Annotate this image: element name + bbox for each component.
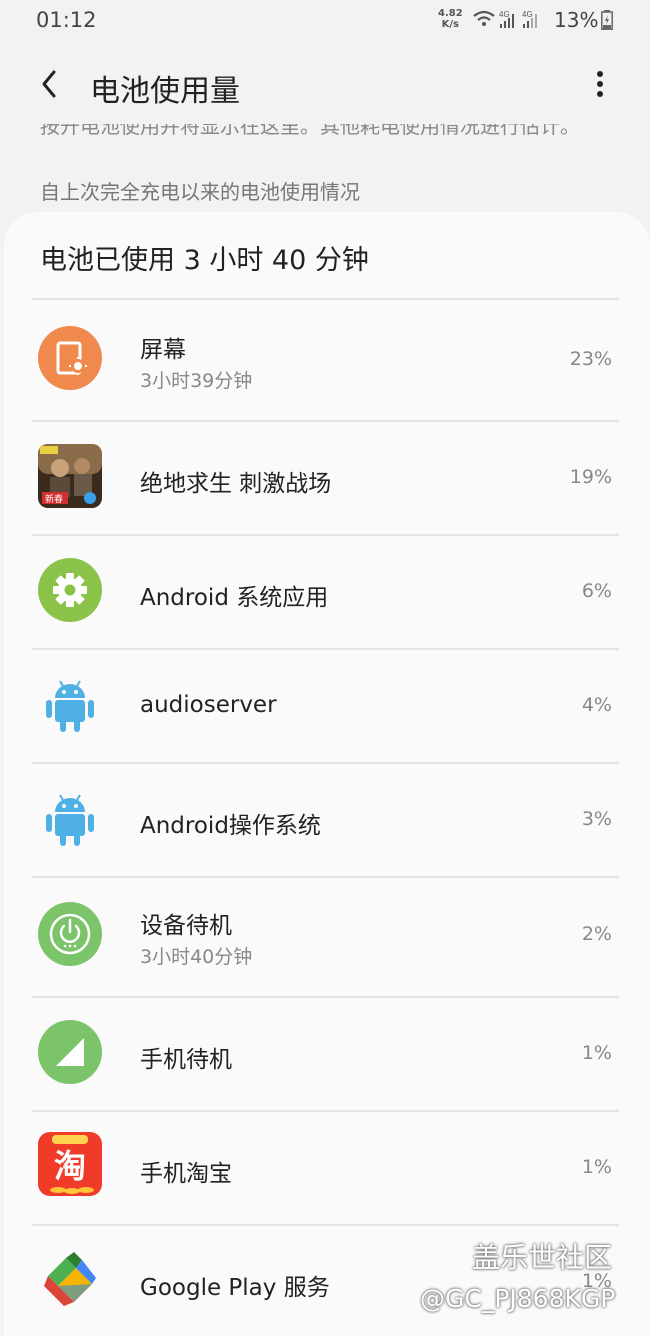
android-robot-icon [46, 680, 94, 732]
list-item-taobao[interactable]: 淘 手机淘宝 1% [4, 1112, 650, 1224]
list-item-screen[interactable]: 屏幕 3小时39分钟 23% [4, 300, 650, 420]
back-arrow-icon [42, 70, 56, 98]
svg-text:淘: 淘 [54, 1147, 86, 1185]
watermark-handle: @GC_PJ868KGP [420, 1284, 616, 1313]
item-percent: 2% [581, 923, 612, 945]
section-header: 自上次完全充电以来的电池使用情况 [40, 180, 360, 204]
more-options-button[interactable] [580, 64, 620, 104]
status-icons: 4G 4G [473, 10, 537, 28]
svg-text:4G: 4G [522, 10, 533, 19]
list-item-android-os[interactable]: Android操作系统 3% [4, 764, 650, 876]
item-percent: 23% [569, 348, 612, 370]
item-name: audioserver [140, 692, 277, 718]
battery-usage-card: 电池已使用 3 小时 40 分钟 屏幕 3小时39分钟 23% 新春 绝地求生 … [4, 212, 650, 1336]
item-percent: 6% [581, 580, 612, 602]
wifi-icon [473, 10, 495, 26]
battery-charging-icon [601, 10, 613, 30]
list-item-phone-idle[interactable]: 手机待机 1% [4, 998, 650, 1110]
more-vert-icon [597, 71, 603, 97]
network-speed-unit: K/s [441, 19, 460, 30]
item-name: 手机淘宝 [140, 1161, 232, 1187]
network-speed: 4.82 K/s [438, 8, 463, 30]
android-robot-icon [46, 794, 94, 846]
list-item-device-idle[interactable]: 设备待机 3小时40分钟 2% [4, 878, 650, 996]
screen-brightness-icon [38, 326, 102, 390]
list-item-android-system-apps[interactable]: Android 系统应用 6% [4, 536, 650, 648]
item-name: Google Play 服务 [140, 1275, 330, 1301]
item-name: 绝地求生 刺激战场 [140, 471, 332, 497]
play-services-icon [44, 1252, 96, 1306]
taobao-app-icon: 淘 [38, 1132, 102, 1196]
item-percent: 19% [569, 466, 612, 488]
item-percent: 1% [581, 1042, 612, 1064]
list-item-audioserver[interactable]: audioserver 4% [4, 650, 650, 762]
watermark-community: 盖乐世社区 [472, 1241, 613, 1274]
signal-4g-icon: 4G [522, 10, 537, 28]
back-button[interactable] [32, 64, 72, 104]
item-name: 设备待机 [140, 913, 232, 939]
item-name: 手机待机 [140, 1047, 232, 1073]
svg-text:4G: 4G [499, 10, 510, 19]
item-duration: 3小时39分钟 [140, 370, 253, 392]
item-percent: 3% [581, 808, 612, 830]
pubg-app-icon: 新春 [38, 444, 102, 508]
power-standby-icon [38, 902, 102, 966]
battery-info-description: 按开电池使用并将显示在这里。其他耗电使用情况进行估计。 [0, 124, 650, 154]
item-percent: 4% [581, 694, 612, 716]
item-name: Android 系统应用 [140, 585, 329, 611]
status-bar: 01:12 4.82 K/s 4G 4G 13% [0, 0, 650, 42]
app-bar: 电池使用量 [0, 42, 650, 124]
item-duration: 3小时40分钟 [140, 946, 253, 968]
list-item-pubg[interactable]: 新春 绝地求生 刺激战场 19% [4, 422, 650, 534]
info-card-edge [20, 142, 626, 154]
item-name: 屏幕 [140, 337, 186, 363]
cell-signal-icon [38, 1020, 102, 1084]
item-percent: 1% [581, 1156, 612, 1178]
svg-text:新春: 新春 [45, 493, 63, 505]
battery-info-text: 按开电池使用并将显示在这里。其他耗电使用情况进行估计。 [40, 124, 580, 138]
battery-percent: 13% [554, 8, 599, 32]
page-title: 电池使用量 [90, 74, 240, 109]
battery-used-summary: 电池已使用 3 小时 40 分钟 [40, 245, 369, 276]
network-speed-value: 4.82 [438, 8, 463, 19]
item-name: Android操作系统 [140, 813, 321, 839]
status-time: 01:12 [36, 8, 97, 32]
signal-4g-icon: 4G [499, 10, 514, 28]
gear-icon [38, 558, 102, 622]
